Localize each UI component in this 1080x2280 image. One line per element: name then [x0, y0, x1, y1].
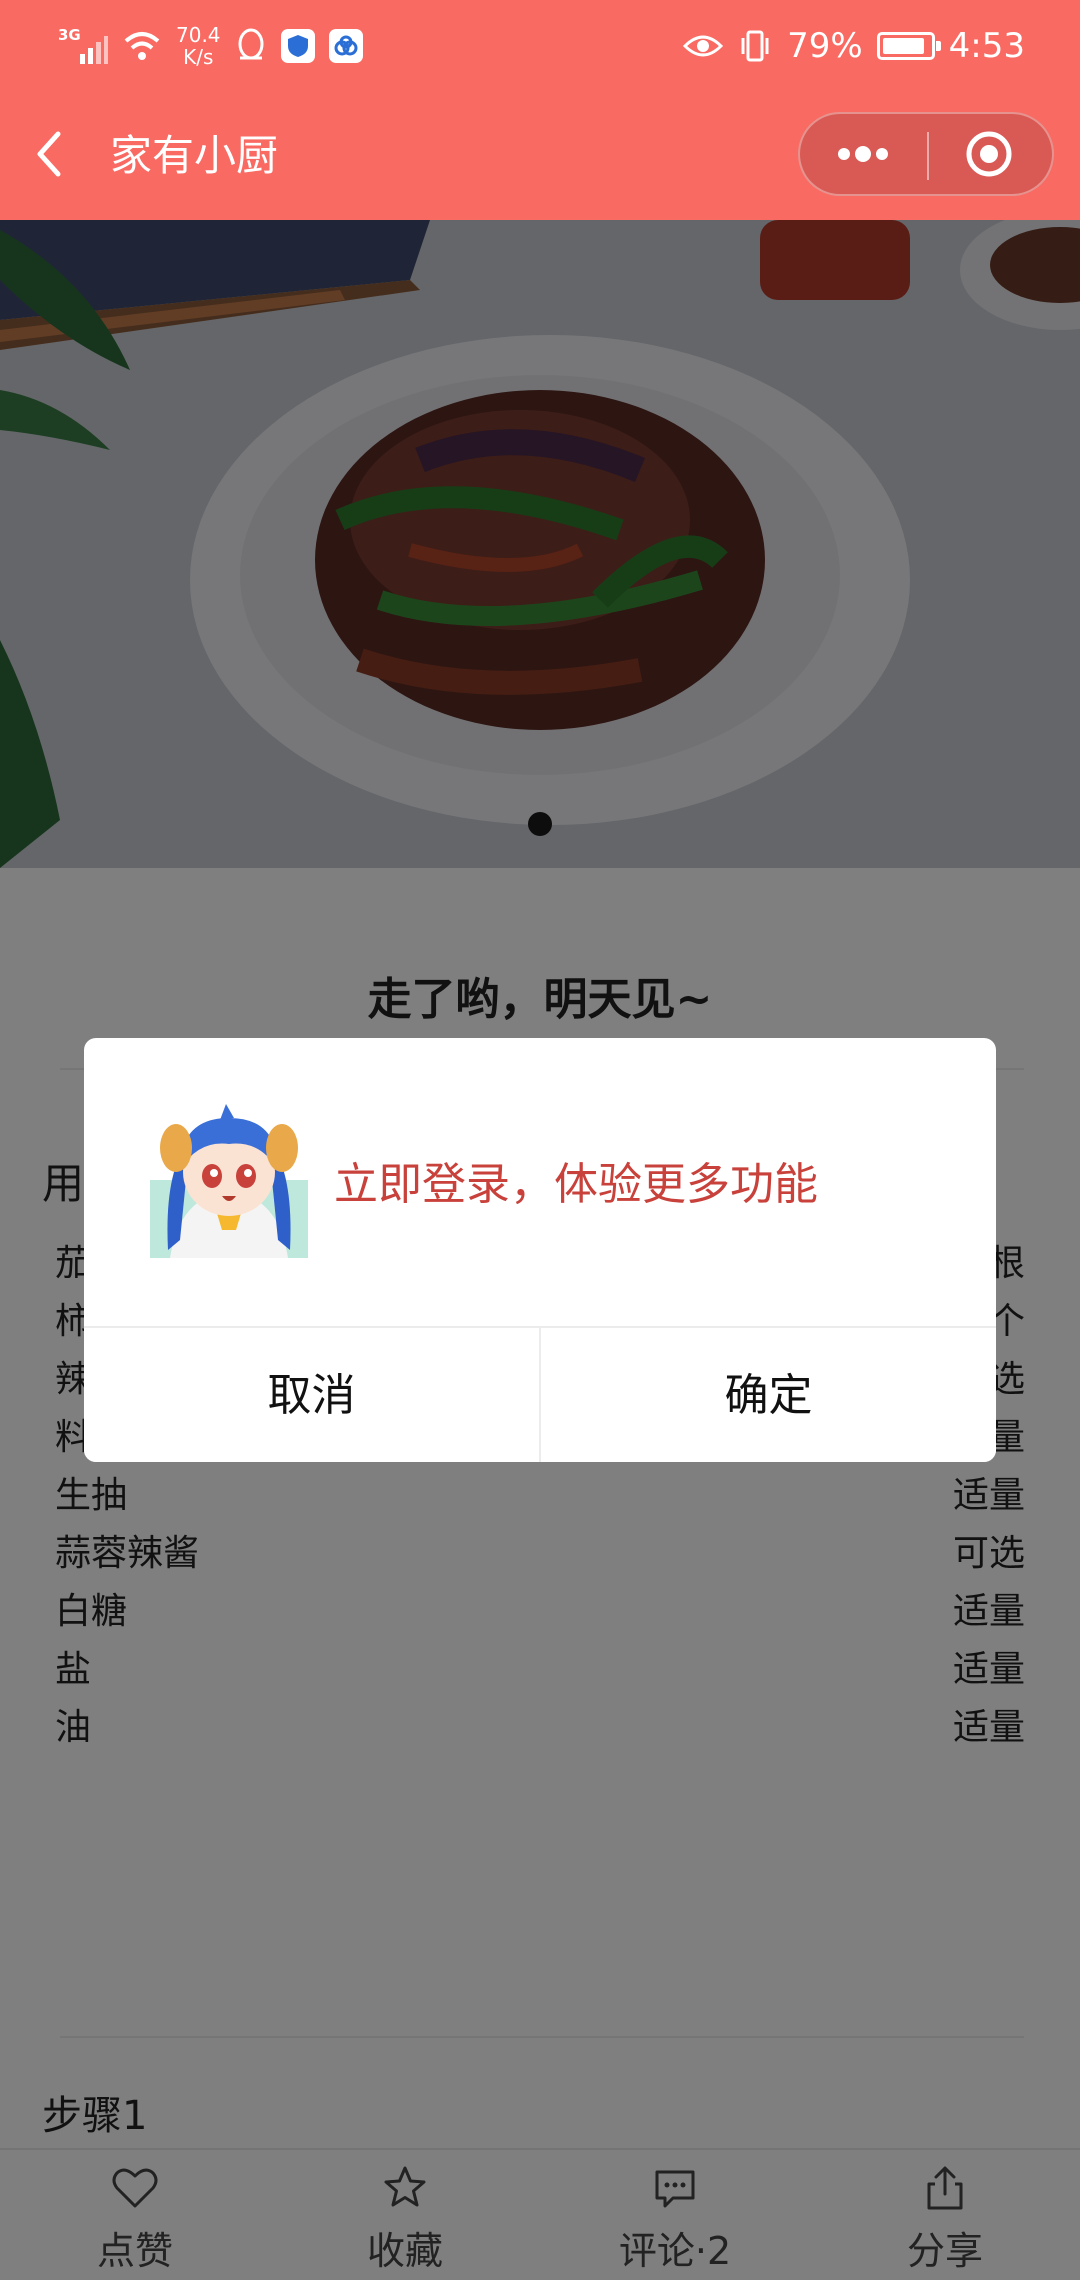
clock: 4:53 — [948, 26, 1025, 66]
navigation-bar: 家有小厨 — [0, 110, 1080, 200]
close-miniprogram-button[interactable] — [926, 114, 1052, 194]
eye-icon — [683, 35, 724, 57]
login-dialog: 立即登录，体验更多功能 取消 确定 — [84, 1038, 996, 1462]
miniprogram-capsule — [798, 112, 1054, 196]
network-type: 3G — [58, 26, 81, 44]
confirm-button[interactable]: 确定 — [539, 1328, 996, 1462]
battery-percent: 79% — [787, 26, 863, 66]
more-button[interactable] — [800, 114, 926, 194]
page-title: 家有小厨 — [110, 131, 279, 180]
target-close-icon — [966, 131, 1012, 177]
dialog-actions: 取消 确定 — [84, 1326, 996, 1462]
status-left: 3G 70.4 K/s — [58, 18, 363, 74]
more-dots-icon — [838, 146, 888, 162]
cancel-button[interactable]: 取消 — [84, 1328, 539, 1462]
back-button[interactable] — [30, 126, 80, 182]
vibrate-icon — [741, 30, 769, 62]
login-prompt-message: 立即登录，体验更多功能 — [334, 1159, 818, 1210]
qq-icon — [238, 28, 264, 60]
mascot-avatar — [150, 1104, 308, 1258]
header: 3G 70.4 K/s 79% 4:53 家有小厨 — [0, 0, 1080, 220]
battery-icon — [876, 32, 941, 60]
status-bar: 3G 70.4 K/s 79% 4:53 — [0, 0, 1080, 90]
network-speed: 70.4 K/s — [176, 23, 221, 69]
chevron-left-icon — [37, 131, 61, 177]
cloud-app-icon — [328, 29, 363, 63]
status-right: 79% 4:53 — [683, 18, 1025, 74]
shield-app-icon — [280, 29, 315, 63]
wifi-icon — [124, 32, 160, 60]
